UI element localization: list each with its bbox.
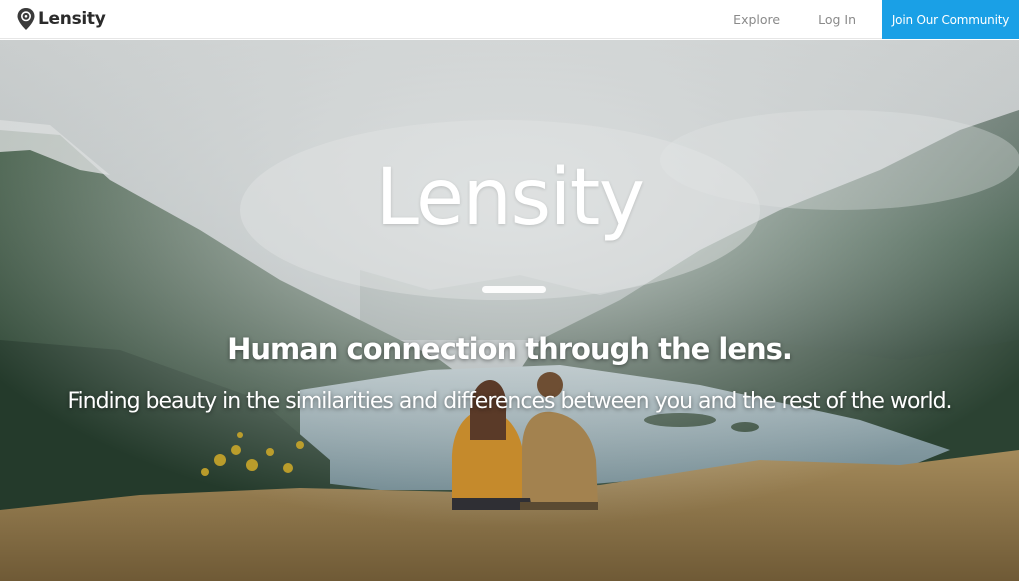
- map-pin-camera-icon: [17, 8, 35, 30]
- hero-title: Lensity: [375, 153, 645, 243]
- hero-subtagline: Finding beauty in the similarities and d…: [67, 389, 952, 414]
- nav-login-link[interactable]: Log In: [818, 12, 856, 27]
- nav-explore-link[interactable]: Explore: [733, 12, 780, 27]
- join-community-button[interactable]: Join Our Community: [882, 0, 1019, 39]
- brand-name: Lensity: [38, 9, 106, 29]
- hero-tagline: Human connection through the lens.: [227, 332, 793, 366]
- nav-links: Explore Log In Join Our Community: [733, 0, 1019, 39]
- top-navbar: Lensity Explore Log In Join Our Communit…: [0, 0, 1019, 39]
- hero-background-photo: [0, 40, 1019, 581]
- brand-logo-link[interactable]: Lensity: [16, 7, 106, 31]
- hero-section: Lensity Human connection through the len…: [0, 40, 1019, 581]
- hero-divider: [482, 286, 546, 293]
